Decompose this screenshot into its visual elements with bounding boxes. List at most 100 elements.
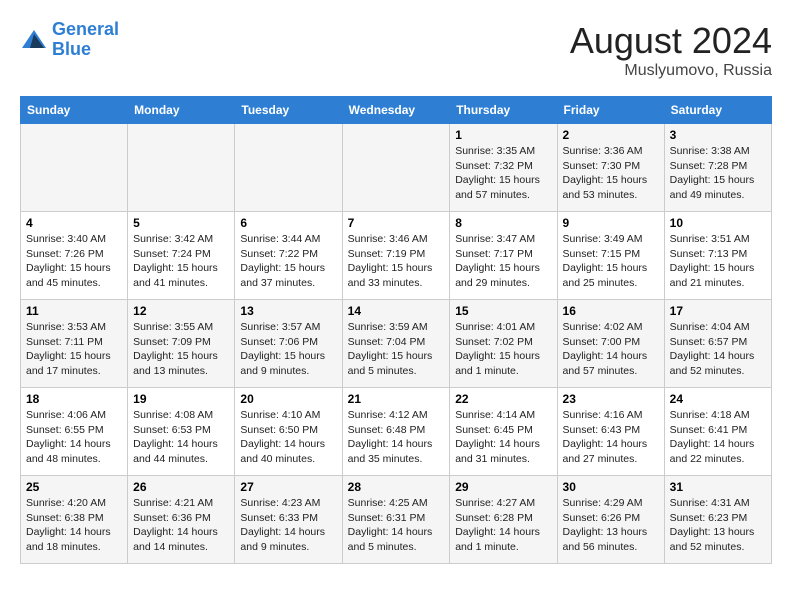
calendar-cell: 27Sunrise: 4:23 AM Sunset: 6:33 PM Dayli… bbox=[235, 476, 342, 564]
day-number: 25 bbox=[26, 480, 122, 494]
weekday-header-wednesday: Wednesday bbox=[342, 97, 450, 124]
calendar-cell bbox=[342, 124, 450, 212]
day-number: 8 bbox=[455, 216, 551, 230]
calendar-cell: 26Sunrise: 4:21 AM Sunset: 6:36 PM Dayli… bbox=[128, 476, 235, 564]
day-number: 2 bbox=[563, 128, 659, 142]
day-info: Sunrise: 4:16 AM Sunset: 6:43 PM Dayligh… bbox=[563, 408, 659, 467]
day-number: 3 bbox=[670, 128, 766, 142]
day-number: 23 bbox=[563, 392, 659, 406]
day-number: 22 bbox=[455, 392, 551, 406]
day-info: Sunrise: 3:55 AM Sunset: 7:09 PM Dayligh… bbox=[133, 320, 229, 379]
calendar-week-row: 25Sunrise: 4:20 AM Sunset: 6:38 PM Dayli… bbox=[21, 476, 772, 564]
day-info: Sunrise: 4:04 AM Sunset: 6:57 PM Dayligh… bbox=[670, 320, 766, 379]
day-info: Sunrise: 4:27 AM Sunset: 6:28 PM Dayligh… bbox=[455, 496, 551, 555]
day-info: Sunrise: 3:36 AM Sunset: 7:30 PM Dayligh… bbox=[563, 144, 659, 203]
calendar-cell: 15 Sunrise: 4:01 AM Sunset: 7:02 PM Dayli… bbox=[450, 300, 557, 388]
day-number: 11 bbox=[26, 304, 122, 318]
day-number: 12 bbox=[133, 304, 229, 318]
day-number: 26 bbox=[133, 480, 229, 494]
calendar-cell: 25Sunrise: 4:20 AM Sunset: 6:38 PM Dayli… bbox=[21, 476, 128, 564]
day-info: Sunrise: 4:01 AM Sunset: 7:02 PM Dayligh… bbox=[455, 320, 551, 379]
day-number: 24 bbox=[670, 392, 766, 406]
logo-line2: Blue bbox=[52, 39, 91, 59]
calendar-cell: 16 Sunrise: 4:02 AM Sunset: 7:00 PM Dayli… bbox=[557, 300, 664, 388]
calendar-cell: 18 Sunrise: 4:06 AM Sunset: 6:55 PM Dayli… bbox=[21, 388, 128, 476]
calendar-cell: 10 Sunrise: 3:51 AM Sunset: 7:13 PM Dayli… bbox=[664, 212, 771, 300]
calendar-cell: 2 Sunrise: 3:36 AM Sunset: 7:30 PM Daylig… bbox=[557, 124, 664, 212]
day-info: Sunrise: 3:49 AM Sunset: 7:15 PM Dayligh… bbox=[563, 232, 659, 291]
weekday-header-monday: Monday bbox=[128, 97, 235, 124]
calendar-cell: 20 Sunrise: 4:10 AM Sunset: 6:50 PM Dayli… bbox=[235, 388, 342, 476]
day-number: 28 bbox=[348, 480, 445, 494]
day-number: 20 bbox=[240, 392, 336, 406]
calendar-cell: 4Sunrise: 3:40 AM Sunset: 7:26 PM Daylig… bbox=[21, 212, 128, 300]
calendar-cell: 31Sunrise: 4:31 AM Sunset: 6:23 PM Dayli… bbox=[664, 476, 771, 564]
weekday-header-thursday: Thursday bbox=[450, 97, 557, 124]
day-number: 10 bbox=[670, 216, 766, 230]
weekday-header-sunday: Sunday bbox=[21, 97, 128, 124]
calendar-cell: 23 Sunrise: 4:16 AM Sunset: 6:43 PM Dayli… bbox=[557, 388, 664, 476]
weekday-row: SundayMondayTuesdayWednesdayThursdayFrid… bbox=[21, 97, 772, 124]
day-number: 5 bbox=[133, 216, 229, 230]
day-info: Sunrise: 4:23 AM Sunset: 6:33 PM Dayligh… bbox=[240, 496, 336, 555]
calendar-cell: 29Sunrise: 4:27 AM Sunset: 6:28 PM Dayli… bbox=[450, 476, 557, 564]
day-info: Sunrise: 4:29 AM Sunset: 6:26 PM Dayligh… bbox=[563, 496, 659, 555]
calendar-cell: 17Sunrise: 4:04 AM Sunset: 6:57 PM Dayli… bbox=[664, 300, 771, 388]
calendar-cell: 30 Sunrise: 4:29 AM Sunset: 6:26 PM Dayli… bbox=[557, 476, 664, 564]
weekday-header-tuesday: Tuesday bbox=[235, 97, 342, 124]
location: Muslyumovo, Russia bbox=[570, 62, 772, 80]
calendar-cell: 6Sunrise: 3:44 AM Sunset: 7:22 PM Daylig… bbox=[235, 212, 342, 300]
logo-line1: General bbox=[52, 19, 119, 39]
calendar-cell: 9 Sunrise: 3:49 AM Sunset: 7:15 PM Daylig… bbox=[557, 212, 664, 300]
calendar-table: SundayMondayTuesdayWednesdayThursdayFrid… bbox=[20, 96, 772, 564]
calendar-cell: 14 Sunrise: 3:59 AM Sunset: 7:04 PM Dayli… bbox=[342, 300, 450, 388]
page-header: General Blue August 2024 Muslyumovo, Rus… bbox=[20, 20, 772, 80]
calendar-cell bbox=[21, 124, 128, 212]
day-number: 18 bbox=[26, 392, 122, 406]
day-number: 21 bbox=[348, 392, 445, 406]
calendar-week-row: 1Sunrise: 3:35 AM Sunset: 7:32 PM Daylig… bbox=[21, 124, 772, 212]
day-number: 1 bbox=[455, 128, 551, 142]
day-info: Sunrise: 4:18 AM Sunset: 6:41 PM Dayligh… bbox=[670, 408, 766, 467]
day-info: Sunrise: 4:14 AM Sunset: 6:45 PM Dayligh… bbox=[455, 408, 551, 467]
calendar-cell: 28 Sunrise: 4:25 AM Sunset: 6:31 PM Dayli… bbox=[342, 476, 450, 564]
calendar-cell bbox=[235, 124, 342, 212]
day-number: 7 bbox=[348, 216, 445, 230]
day-info: Sunrise: 4:31 AM Sunset: 6:23 PM Dayligh… bbox=[670, 496, 766, 555]
day-number: 9 bbox=[563, 216, 659, 230]
logo: General Blue bbox=[20, 20, 119, 60]
day-info: Sunrise: 3:51 AM Sunset: 7:13 PM Dayligh… bbox=[670, 232, 766, 291]
day-info: Sunrise: 4:10 AM Sunset: 6:50 PM Dayligh… bbox=[240, 408, 336, 467]
calendar-cell: 24 Sunrise: 4:18 AM Sunset: 6:41 PM Dayli… bbox=[664, 388, 771, 476]
calendar-cell bbox=[128, 124, 235, 212]
logo-icon bbox=[20, 28, 48, 52]
day-number: 15 bbox=[455, 304, 551, 318]
calendar-cell: 11Sunrise: 3:53 AM Sunset: 7:11 PM Dayli… bbox=[21, 300, 128, 388]
day-number: 16 bbox=[563, 304, 659, 318]
calendar-cell: 3Sunrise: 3:38 AM Sunset: 7:28 PM Daylig… bbox=[664, 124, 771, 212]
day-number: 14 bbox=[348, 304, 445, 318]
day-info: Sunrise: 4:12 AM Sunset: 6:48 PM Dayligh… bbox=[348, 408, 445, 467]
day-info: Sunrise: 4:02 AM Sunset: 7:00 PM Dayligh… bbox=[563, 320, 659, 379]
calendar-cell: 19Sunrise: 4:08 AM Sunset: 6:53 PM Dayli… bbox=[128, 388, 235, 476]
day-info: Sunrise: 3:57 AM Sunset: 7:06 PM Dayligh… bbox=[240, 320, 336, 379]
calendar-header: SundayMondayTuesdayWednesdayThursdayFrid… bbox=[21, 97, 772, 124]
day-number: 19 bbox=[133, 392, 229, 406]
day-info: Sunrise: 3:46 AM Sunset: 7:19 PM Dayligh… bbox=[348, 232, 445, 291]
day-info: Sunrise: 4:06 AM Sunset: 6:55 PM Dayligh… bbox=[26, 408, 122, 467]
weekday-header-saturday: Saturday bbox=[664, 97, 771, 124]
month-title: August 2024 bbox=[570, 20, 772, 62]
calendar-week-row: 18 Sunrise: 4:06 AM Sunset: 6:55 PM Dayli… bbox=[21, 388, 772, 476]
calendar-cell: 21 Sunrise: 4:12 AM Sunset: 6:48 PM Dayli… bbox=[342, 388, 450, 476]
calendar-cell: 5Sunrise: 3:42 AM Sunset: 7:24 PM Daylig… bbox=[128, 212, 235, 300]
calendar-week-row: 4Sunrise: 3:40 AM Sunset: 7:26 PM Daylig… bbox=[21, 212, 772, 300]
calendar-week-row: 11Sunrise: 3:53 AM Sunset: 7:11 PM Dayli… bbox=[21, 300, 772, 388]
day-info: Sunrise: 4:25 AM Sunset: 6:31 PM Dayligh… bbox=[348, 496, 445, 555]
calendar-cell: 13Sunrise: 3:57 AM Sunset: 7:06 PM Dayli… bbox=[235, 300, 342, 388]
calendar-cell: 12 Sunrise: 3:55 AM Sunset: 7:09 PM Dayli… bbox=[128, 300, 235, 388]
calendar-cell: 8 Sunrise: 3:47 AM Sunset: 7:17 PM Daylig… bbox=[450, 212, 557, 300]
day-number: 30 bbox=[563, 480, 659, 494]
calendar-body: 1Sunrise: 3:35 AM Sunset: 7:32 PM Daylig… bbox=[21, 124, 772, 564]
day-info: Sunrise: 3:59 AM Sunset: 7:04 PM Dayligh… bbox=[348, 320, 445, 379]
day-info: Sunrise: 3:47 AM Sunset: 7:17 PM Dayligh… bbox=[455, 232, 551, 291]
